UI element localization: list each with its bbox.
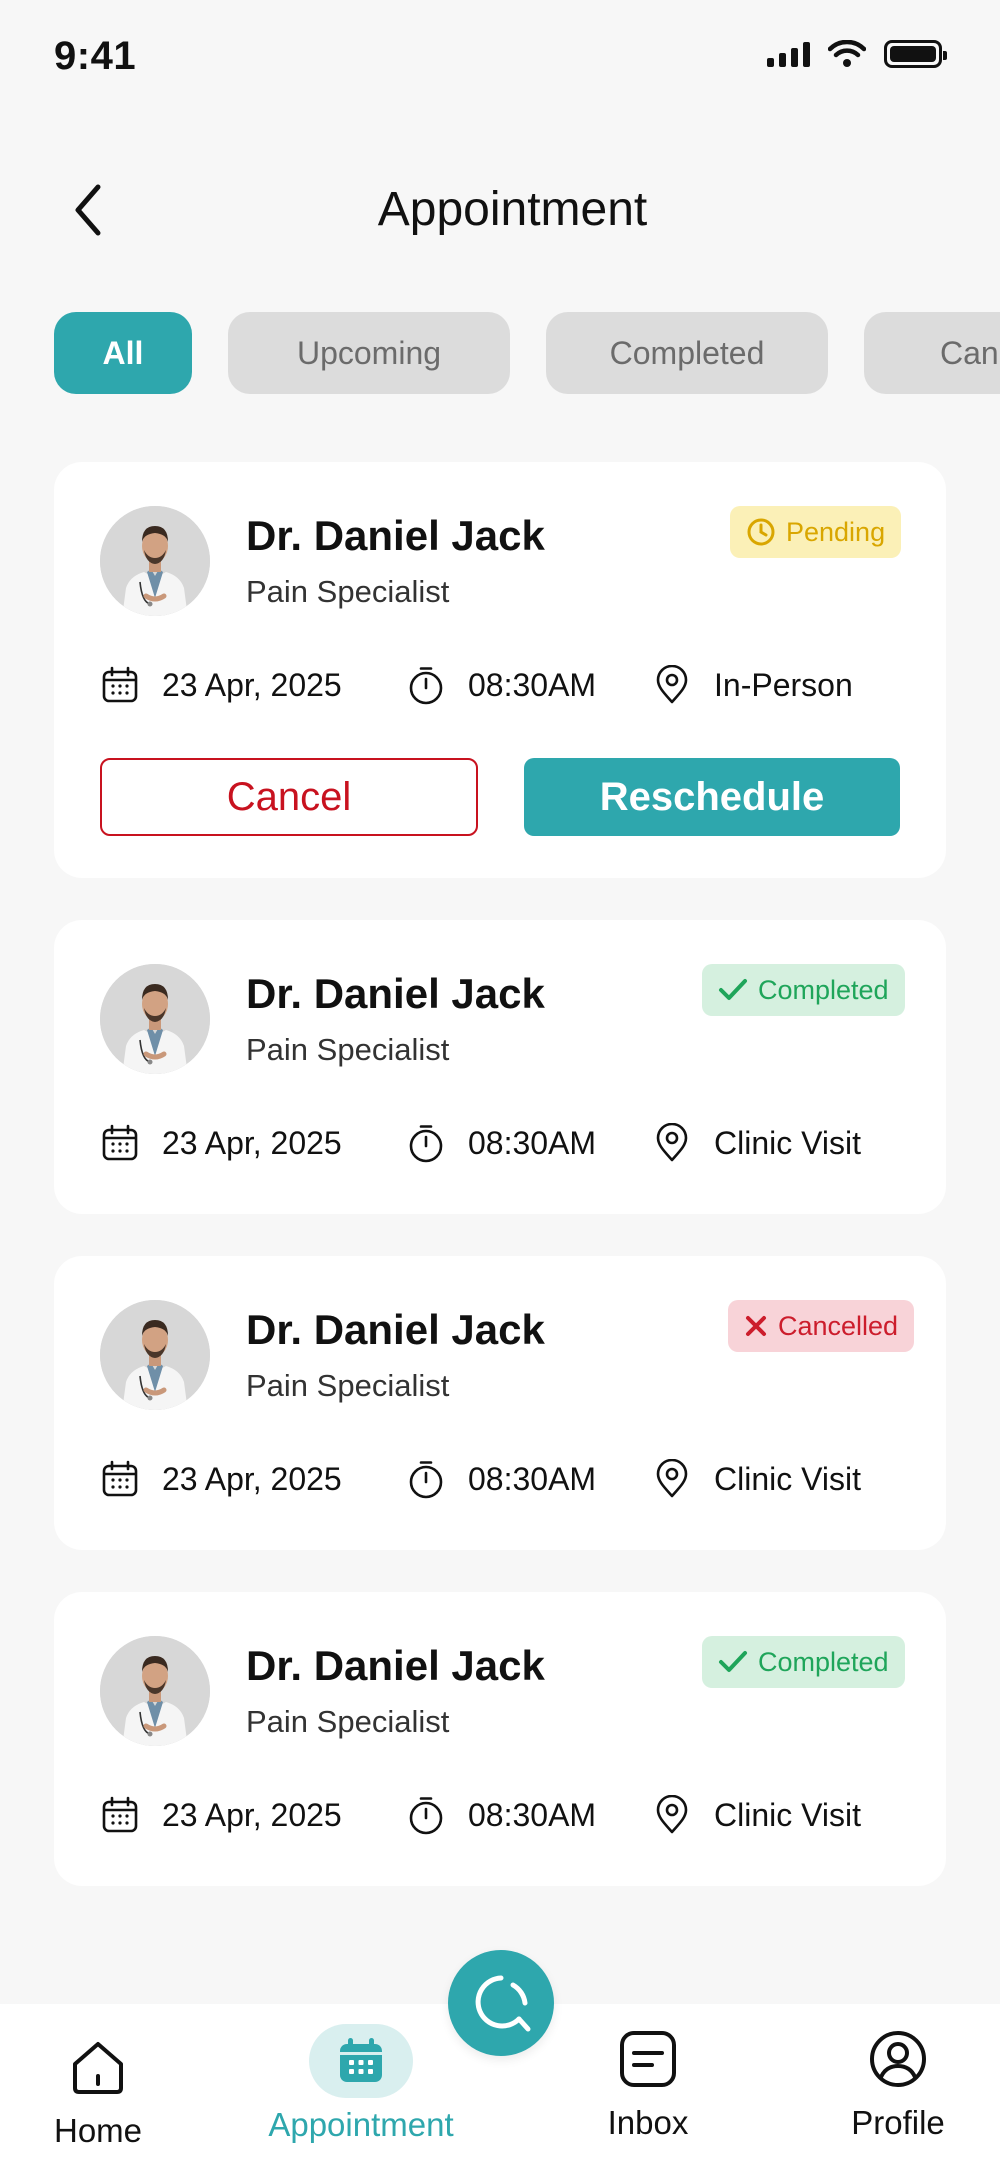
doctor-avatar bbox=[100, 506, 210, 616]
appointment-time: 08:30AM bbox=[468, 666, 597, 703]
appointment-actions: Cancel Reschedule bbox=[100, 758, 900, 836]
appointment-date: 23 Apr, 2025 bbox=[162, 1460, 342, 1497]
appointment-date: 23 Apr, 2025 bbox=[162, 666, 342, 703]
appointment-meta: 23 Apr, 2025 08:30AM Clinic Visit bbox=[100, 1790, 920, 1840]
doctor-specialty: Pain Specialist bbox=[246, 574, 450, 609]
time-info: 08:30AM bbox=[406, 1118, 596, 1168]
date-info: 23 Apr, 2025 bbox=[100, 1454, 342, 1504]
appointment-card[interactable]: Dr. Daniel Jack Pain Specialist Cancelle… bbox=[54, 1256, 946, 1550]
location-pin-icon bbox=[652, 665, 692, 705]
nav-profile-label: Profile bbox=[851, 2104, 945, 2141]
search-fab-button[interactable] bbox=[448, 1950, 554, 2056]
location-info: Clinic Visit bbox=[652, 1454, 861, 1504]
status-badge: Completed bbox=[702, 1636, 905, 1688]
location-info: In-Person bbox=[652, 660, 853, 710]
wifi-icon bbox=[828, 40, 866, 67]
appointment-date: 23 Apr, 2025 bbox=[162, 1124, 342, 1161]
cellular-signal-icon bbox=[767, 41, 810, 67]
doctor-avatar bbox=[100, 1300, 210, 1410]
doctor-name: Dr. Daniel Jack bbox=[246, 512, 545, 559]
calendar-icon bbox=[100, 1459, 140, 1499]
nav-inbox[interactable]: Inbox bbox=[596, 2022, 700, 2142]
calendar-icon bbox=[100, 1795, 140, 1835]
status-time: 9:41 bbox=[54, 34, 137, 78]
status-badge: Pending bbox=[730, 506, 902, 558]
location-info: Clinic Visit bbox=[652, 1118, 861, 1168]
timer-icon bbox=[406, 1459, 446, 1499]
status-badge: Cancelled bbox=[728, 1300, 915, 1352]
nav-inbox-label: Inbox bbox=[607, 2104, 689, 2141]
time-info: 08:30AM bbox=[406, 1454, 596, 1504]
appointment-time: 08:30AM bbox=[468, 1796, 597, 1833]
calendar-icon bbox=[100, 1123, 140, 1163]
doctor-specialty: Pain Specialist bbox=[246, 1368, 450, 1403]
doctor-specialty: Pain Specialist bbox=[246, 1032, 450, 1067]
appointment-time: 08:30AM bbox=[468, 1460, 597, 1497]
status-bar: 9:41 bbox=[0, 0, 1000, 110]
appointment-date: 23 Apr, 2025 bbox=[162, 1796, 342, 1833]
visit-type: In-Person bbox=[714, 666, 853, 703]
location-pin-icon bbox=[652, 1459, 692, 1499]
search-icon bbox=[475, 1975, 531, 2032]
calendar-icon bbox=[340, 2038, 382, 2082]
header: Appointment bbox=[0, 160, 1000, 260]
cancel-button[interactable]: Cancel bbox=[100, 758, 478, 836]
tab-upcoming[interactable]: Upcoming bbox=[228, 312, 510, 394]
clock-icon bbox=[747, 518, 775, 546]
doctor-avatar bbox=[100, 964, 210, 1074]
appointment-time: 08:30AM bbox=[468, 1124, 597, 1161]
date-info: 23 Apr, 2025 bbox=[100, 1790, 342, 1840]
calendar-icon bbox=[100, 665, 140, 705]
doctor-name: Dr. Daniel Jack bbox=[246, 1306, 545, 1353]
tab-cancelled[interactable]: Cancelled bbox=[864, 312, 1000, 394]
tab-all[interactable]: All bbox=[54, 312, 192, 394]
status-badge: Completed bbox=[702, 964, 905, 1016]
timer-icon bbox=[406, 1123, 446, 1163]
status-text: Pending bbox=[786, 516, 886, 547]
time-info: 08:30AM bbox=[406, 660, 596, 710]
visit-type: Clinic Visit bbox=[714, 1124, 861, 1161]
appointment-meta: 23 Apr, 2025 08:30AM Clinic Visit bbox=[100, 1118, 920, 1168]
filter-tabs: All Upcoming Completed Cancelled bbox=[54, 312, 1000, 394]
location-pin-icon bbox=[652, 1123, 692, 1163]
close-icon bbox=[746, 1316, 766, 1336]
appointment-card[interactable]: Dr. Daniel Jack Pain Specialist Complete… bbox=[54, 920, 946, 1214]
battery-icon bbox=[884, 40, 947, 68]
nav-appointment-label: Appointment bbox=[268, 2106, 454, 2143]
visit-type: Clinic Visit bbox=[714, 1796, 861, 1833]
location-pin-icon bbox=[652, 1795, 692, 1835]
status-icons bbox=[767, 40, 947, 68]
nav-home[interactable]: Home bbox=[46, 2030, 150, 2150]
nav-home-label: Home bbox=[53, 2112, 143, 2149]
status-text: Completed bbox=[758, 974, 889, 1005]
date-info: 23 Apr, 2025 bbox=[100, 1118, 342, 1168]
appointment-meta: 23 Apr, 2025 08:30AM Clinic Visit bbox=[100, 1454, 920, 1504]
check-icon bbox=[719, 979, 747, 1000]
doctor-name: Dr. Daniel Jack bbox=[246, 1642, 545, 1689]
appointment-meta: 23 Apr, 2025 08:30AM In-Person bbox=[100, 660, 920, 710]
location-info: Clinic Visit bbox=[652, 1790, 861, 1840]
tab-completed[interactable]: Completed bbox=[546, 312, 828, 394]
appointment-card[interactable]: Dr. Daniel Jack Pain Specialist Complete… bbox=[54, 1592, 946, 1886]
doctor-specialty: Pain Specialist bbox=[246, 1704, 450, 1739]
check-icon bbox=[719, 1651, 747, 1672]
status-text: Cancelled bbox=[778, 1310, 899, 1341]
visit-type: Clinic Visit bbox=[714, 1460, 861, 1497]
home-icon bbox=[73, 2042, 123, 2094]
nav-profile[interactable]: Profile bbox=[846, 2022, 950, 2142]
message-icon bbox=[620, 2031, 676, 2087]
page-title: Appointment bbox=[377, 183, 648, 236]
status-text: Completed bbox=[758, 1646, 889, 1677]
doctor-avatar bbox=[100, 1636, 210, 1746]
nav-appointment[interactable]: Appointment bbox=[256, 2024, 466, 2144]
timer-icon bbox=[406, 665, 446, 705]
appointment-card[interactable]: Dr. Daniel Jack Pain Specialist Pending … bbox=[54, 462, 946, 878]
doctor-name: Dr. Daniel Jack bbox=[246, 970, 545, 1017]
date-info: 23 Apr, 2025 bbox=[100, 660, 342, 710]
time-info: 08:30AM bbox=[406, 1790, 596, 1840]
user-profile-icon bbox=[870, 2031, 926, 2087]
timer-icon bbox=[406, 1795, 446, 1835]
reschedule-button[interactable]: Reschedule bbox=[524, 758, 900, 836]
